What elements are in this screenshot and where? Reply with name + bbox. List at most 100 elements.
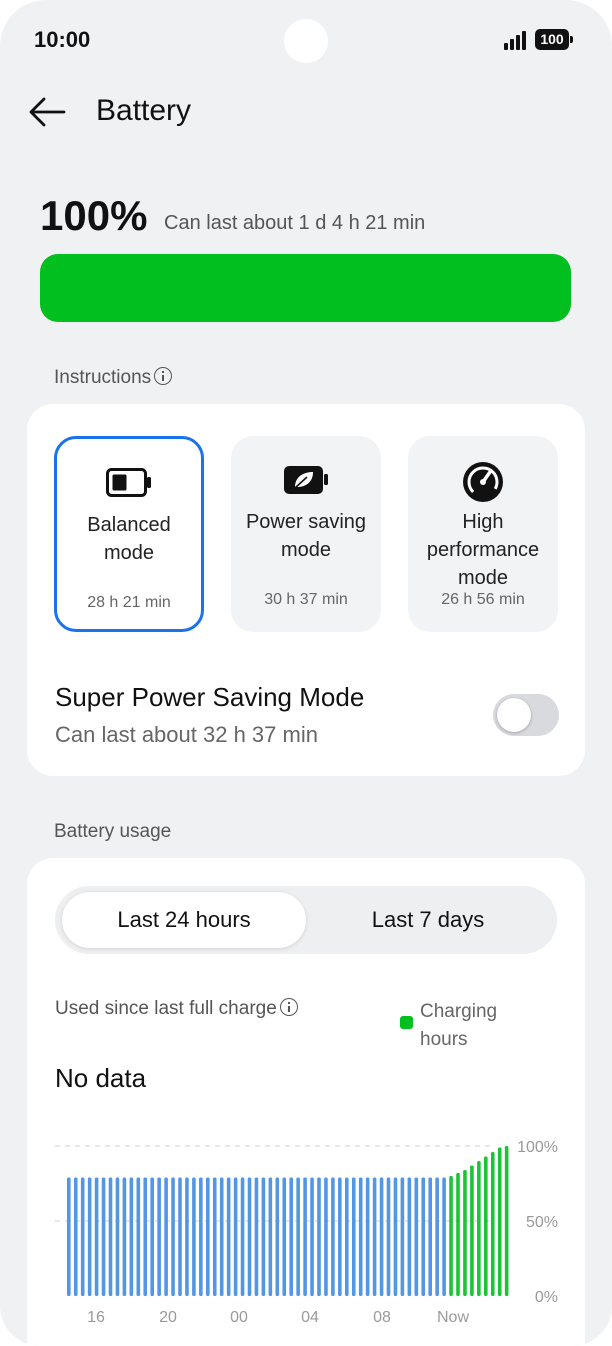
usage-bar: [268, 1177, 273, 1296]
usage-bar: [428, 1177, 432, 1296]
charging-bar: [449, 1176, 453, 1296]
usage-bar: [80, 1177, 85, 1296]
usage-bar: [115, 1177, 120, 1296]
usage-bar: [345, 1177, 349, 1296]
mode-tile-power-saving[interactable]: Power saving mode 30 h 37 min: [231, 436, 381, 632]
usage-card: Last 24 hours Last 7 days Used since las…: [27, 858, 585, 1346]
super-power-saving-title: Super Power Saving Mode: [55, 682, 365, 712]
usage-bar: [303, 1177, 307, 1296]
usage-bar: [171, 1177, 175, 1296]
usage-bar: [421, 1177, 426, 1296]
usage-bar: [317, 1177, 321, 1296]
usage-bar: [400, 1177, 405, 1296]
charging-bar: [477, 1161, 481, 1296]
charging-legend-label: Charging hours: [420, 1001, 498, 1050]
battery-icon: [106, 468, 151, 497]
usage-bar: [372, 1177, 377, 1296]
mode-time: 26 h 56 min: [441, 591, 525, 608]
usage-bar: [386, 1177, 391, 1296]
mode-tile-high-performance[interactable]: High performance mode 26 h 56 min: [408, 436, 558, 632]
usage-bar: [310, 1177, 314, 1296]
x-tick-label: 16: [87, 1309, 105, 1326]
usage-bar: [192, 1177, 196, 1296]
mode-name: High performance mode: [426, 511, 540, 589]
x-tick-label: Now: [437, 1309, 469, 1326]
back-button[interactable]: [24, 88, 72, 136]
battery-percent: 100%: [40, 192, 148, 239]
usage-bar: [407, 1177, 412, 1296]
usage-bar: [331, 1177, 335, 1296]
camera-cutout: [284, 19, 328, 63]
usage-bar: [296, 1177, 300, 1296]
x-tick-label: 00: [230, 1309, 248, 1326]
phone-screen: 10:00 100 Battery 100% Can last about 1 …: [0, 0, 612, 1346]
charging-bar: [497, 1147, 502, 1296]
instructions-label[interactable]: Instructions: [54, 366, 173, 389]
charging-bar: [456, 1173, 460, 1296]
usage-bar: [414, 1177, 419, 1296]
usage-bar: [108, 1177, 113, 1296]
usage-bar: [67, 1177, 71, 1296]
mode-time: 28 h 21 min: [87, 594, 171, 611]
usage-bar: [233, 1177, 238, 1296]
mode-name: Balanced mode: [87, 514, 171, 564]
usage-bar: [240, 1177, 245, 1296]
usage-bar: [379, 1177, 384, 1296]
battery-estimate: Can last about 1 d 4 h 21 min: [164, 212, 426, 234]
charging-legend-swatch: [400, 1016, 413, 1029]
y-tick-label: 100%: [517, 1139, 558, 1156]
usage-bar: [164, 1177, 168, 1296]
mode-name: Power saving mode: [245, 511, 367, 561]
usage-bar: [435, 1177, 439, 1296]
usage-bar: [73, 1177, 78, 1296]
usage-bar: [87, 1177, 92, 1296]
usage-bar: [199, 1177, 203, 1296]
time-range-selector: Last 24 hours Last 7 days: [55, 886, 557, 954]
tab-last-24-hours[interactable]: Last 24 hours: [62, 892, 306, 948]
info-icon: [154, 366, 173, 385]
usage-bar: [247, 1177, 252, 1296]
usage-bar: [94, 1177, 99, 1296]
usage-bar: [136, 1177, 141, 1296]
usage-bar: [226, 1177, 231, 1296]
page-title: Battery: [96, 94, 192, 127]
mode-tile-balanced[interactable]: Balanced mode 28 h 21 min: [54, 436, 204, 632]
x-tick-label: 08: [373, 1309, 391, 1326]
usage-bar: [178, 1177, 182, 1296]
super-power-saving-toggle[interactable]: [493, 694, 559, 736]
charging-bar: [504, 1146, 509, 1296]
modes-card: Balanced mode 28 h 21 min Power saving mod…: [27, 404, 585, 776]
charging-bar: [490, 1152, 495, 1296]
usage-bar: [150, 1177, 154, 1296]
x-tick-label: 20: [159, 1309, 177, 1326]
tab-last-7-days[interactable]: Last 7 days: [306, 892, 550, 948]
instructions-text: Instructions: [54, 367, 152, 388]
used-since-text: Used since last full charge: [55, 998, 277, 1019]
usage-bar: [206, 1177, 210, 1296]
y-tick-label: 0%: [535, 1289, 558, 1306]
battery-usage-label: Battery usage: [54, 821, 172, 842]
battery-level-bar: [40, 254, 571, 322]
used-since-label[interactable]: Used since last full charge: [55, 997, 298, 1020]
status-bar: 10:00 100: [0, 0, 612, 80]
usage-bar: [212, 1177, 217, 1296]
y-tick-label: 50%: [526, 1214, 558, 1231]
usage-bar: [358, 1177, 363, 1296]
usage-bar: [143, 1177, 148, 1296]
usage-bar: [219, 1177, 224, 1296]
status-battery-icon: 100: [535, 29, 573, 50]
usage-bar: [129, 1177, 134, 1296]
usage-bar: [185, 1177, 189, 1296]
usage-bar: [101, 1177, 106, 1296]
super-power-saving-subtitle: Can last about 32 h 37 min: [55, 722, 318, 747]
x-tick-label: 04: [301, 1309, 319, 1326]
info-icon: [279, 997, 298, 1016]
battery-usage-chart: 100% 50% 0% 16 20 00 04 08 Now: [55, 1139, 558, 1326]
no-data-label: No data: [55, 1063, 147, 1093]
usage-bar: [261, 1177, 266, 1296]
back-arrow-icon: [29, 97, 66, 127]
usage-bar: [254, 1177, 259, 1296]
mode-time: 30 h 37 min: [264, 591, 348, 608]
charging-bar: [484, 1156, 488, 1296]
speedometer-icon: [463, 462, 503, 502]
